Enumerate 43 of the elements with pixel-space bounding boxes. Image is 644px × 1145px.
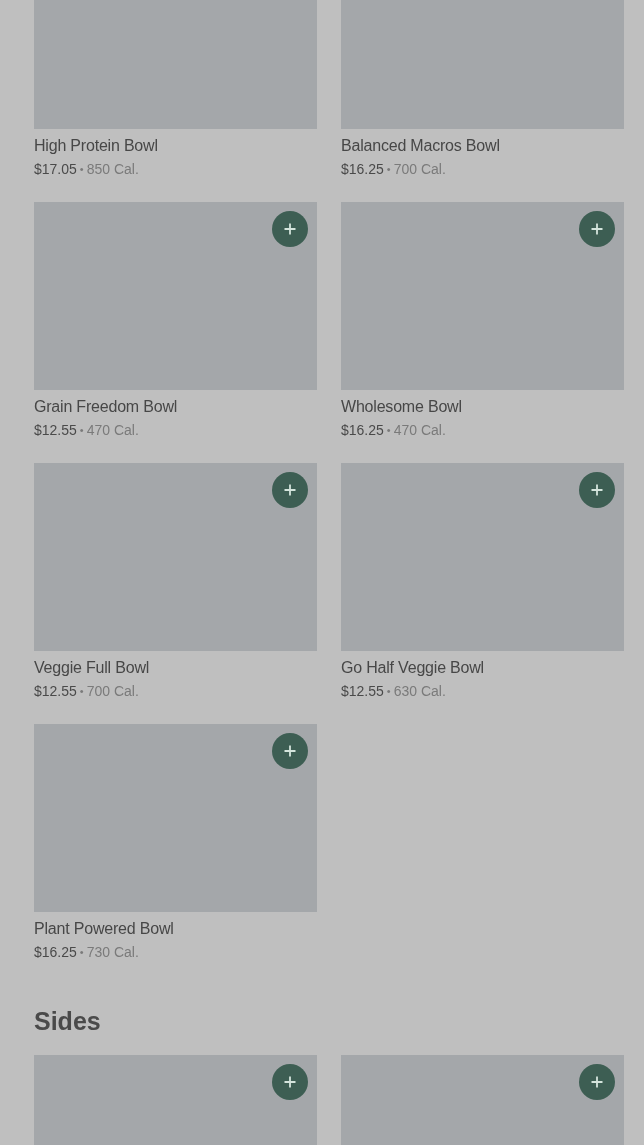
item-price: $16.25: [34, 943, 77, 962]
item-calories: 730 Cal.: [86, 943, 139, 962]
item-name[interactable]: Go Half Veggie Bowl: [341, 657, 624, 679]
separator-dot: •: [386, 684, 391, 699]
plus-icon: [284, 484, 296, 496]
add-button[interactable]: [579, 211, 615, 247]
item-name[interactable]: High Protein Bowl: [34, 135, 317, 157]
item-calories: 630 Cal.: [393, 682, 446, 701]
add-button[interactable]: [272, 1064, 308, 1100]
separator-dot: •: [79, 162, 84, 177]
item-calories: 470 Cal.: [86, 421, 139, 440]
add-button[interactable]: [272, 472, 308, 508]
item-name[interactable]: Wholesome Bowl: [341, 396, 624, 418]
add-button[interactable]: [272, 733, 308, 769]
item-price: $16.25: [341, 160, 384, 179]
add-button[interactable]: [272, 211, 308, 247]
item-price: $16.25: [341, 421, 384, 440]
separator-dot: •: [79, 945, 84, 960]
separator-dot: •: [386, 162, 391, 177]
item-price: $12.55: [341, 682, 384, 701]
separator-dot: •: [79, 684, 84, 699]
plus-icon: [591, 484, 603, 496]
add-button[interactable]: [579, 472, 615, 508]
plus-icon: [591, 223, 603, 235]
item-calories: 850 Cal.: [86, 160, 139, 179]
plus-icon: [284, 1076, 296, 1088]
add-button[interactable]: [579, 1064, 615, 1100]
plus-icon: [284, 745, 296, 757]
item-name[interactable]: Balanced Macros Bowl: [341, 135, 624, 157]
item-calories: 470 Cal.: [393, 421, 446, 440]
item-price: $12.55: [34, 682, 77, 701]
plus-icon: [591, 1076, 603, 1088]
separator-dot: •: [386, 423, 391, 438]
section-heading: Sides: [34, 1006, 102, 1037]
item-name[interactable]: Plant Powered Bowl: [34, 918, 317, 940]
item-price: $12.55: [34, 421, 77, 440]
plus-icon: [284, 223, 296, 235]
item-calories: 700 Cal.: [86, 682, 139, 701]
item-name[interactable]: Grain Freedom Bowl: [34, 396, 317, 418]
item-price: $17.05: [34, 160, 77, 179]
separator-dot: •: [79, 423, 84, 438]
item-calories: 700 Cal.: [393, 160, 446, 179]
item-name[interactable]: Veggie Full Bowl: [34, 657, 317, 679]
